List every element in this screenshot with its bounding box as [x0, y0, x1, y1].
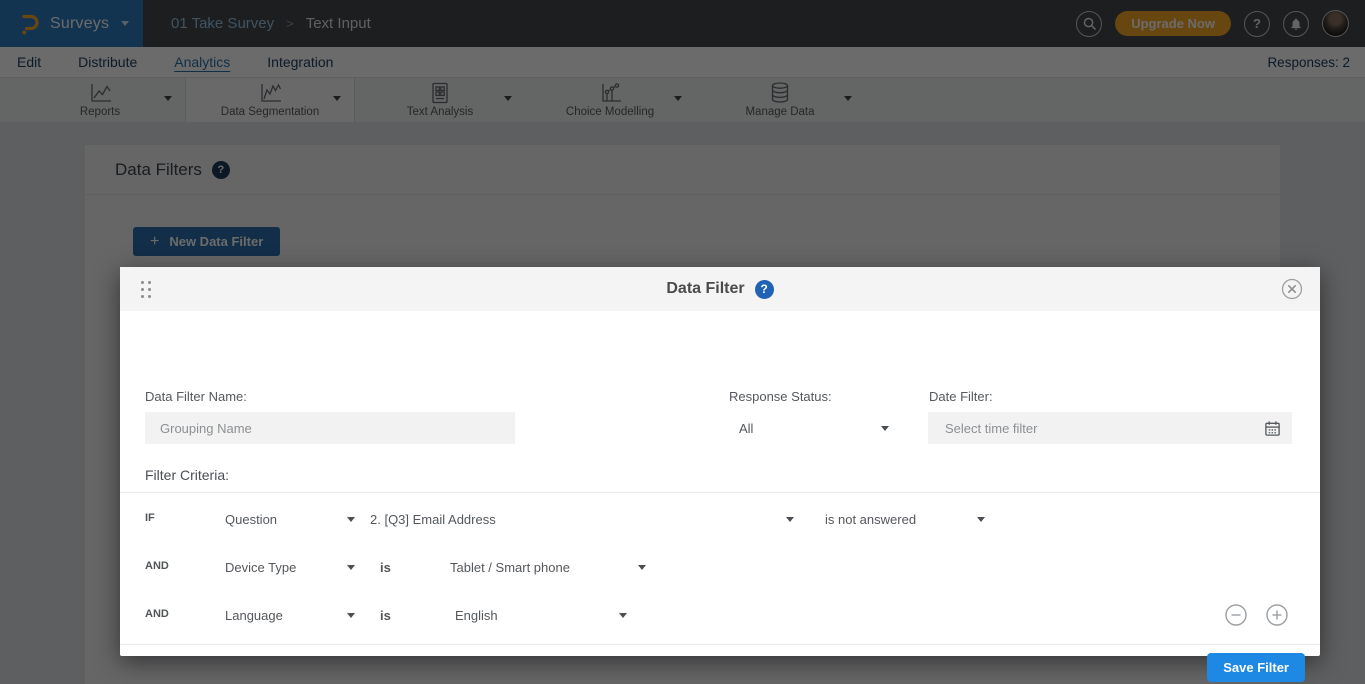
- filter-name-input[interactable]: [145, 412, 515, 444]
- chevron-down-icon: [347, 517, 355, 522]
- response-status-select[interactable]: All: [729, 414, 899, 442]
- criteria-value-select[interactable]: English: [455, 601, 627, 629]
- add-criteria-icon[interactable]: [1266, 604, 1288, 626]
- modal-title: Data Filter: [666, 280, 744, 298]
- criteria-conjunction: AND: [145, 560, 169, 572]
- calendar-icon[interactable]: [1264, 420, 1281, 437]
- remove-criteria-icon[interactable]: [1225, 604, 1247, 626]
- data-filter-modal: Data Filter ? Data Filter Name: Response…: [120, 267, 1320, 656]
- chevron-down-icon: [786, 517, 794, 522]
- close-icon[interactable]: [1281, 278, 1303, 300]
- criteria-operator: is: [380, 560, 391, 575]
- date-filter-input[interactable]: [928, 412, 1264, 444]
- criteria-value: English: [455, 608, 498, 623]
- criteria-operator: is: [380, 608, 391, 623]
- criteria-field-select[interactable]: Language: [225, 601, 355, 629]
- filter-criteria-label: Filter Criteria:: [145, 467, 229, 483]
- modal-body: Data Filter Name: Response Status: All D…: [120, 311, 1320, 656]
- date-filter-field[interactable]: [928, 412, 1292, 444]
- criteria-conjunction: AND: [145, 608, 169, 620]
- criteria-field-value: Question: [225, 512, 277, 527]
- chevron-down-icon: [347, 565, 355, 570]
- chevron-down-icon: [619, 613, 627, 618]
- criteria-field-value: Device Type: [225, 560, 296, 575]
- chevron-down-icon: [977, 517, 985, 522]
- criteria-question-value: 2. [Q3] Email Address: [370, 512, 496, 527]
- criteria-value-select[interactable]: Tablet / Smart phone: [450, 553, 646, 581]
- save-filter-button[interactable]: Save Filter: [1207, 653, 1305, 682]
- criteria-field-select[interactable]: Question: [225, 505, 355, 533]
- response-status-label: Response Status:: [729, 389, 832, 404]
- chevron-down-icon: [881, 426, 889, 431]
- date-filter-label: Date Filter:: [929, 389, 993, 404]
- divider: [120, 492, 1320, 493]
- chevron-down-icon: [347, 613, 355, 618]
- filter-name-label: Data Filter Name:: [145, 389, 247, 404]
- criteria-question-select[interactable]: 2. [Q3] Email Address: [370, 505, 794, 533]
- chevron-down-icon: [638, 565, 646, 570]
- criteria-field-select[interactable]: Device Type: [225, 553, 355, 581]
- criteria-field-value: Language: [225, 608, 283, 623]
- criteria-condition-value: is not answered: [825, 512, 916, 527]
- help-icon[interactable]: ?: [755, 280, 774, 299]
- modal-header: Data Filter ?: [120, 267, 1320, 311]
- divider: [120, 644, 1320, 645]
- response-status-value: All: [739, 421, 753, 436]
- drag-handle-icon[interactable]: [141, 281, 151, 298]
- criteria-conjunction: IF: [145, 512, 155, 524]
- criteria-condition-select[interactable]: is not answered: [825, 505, 985, 533]
- criteria-value: Tablet / Smart phone: [450, 560, 570, 575]
